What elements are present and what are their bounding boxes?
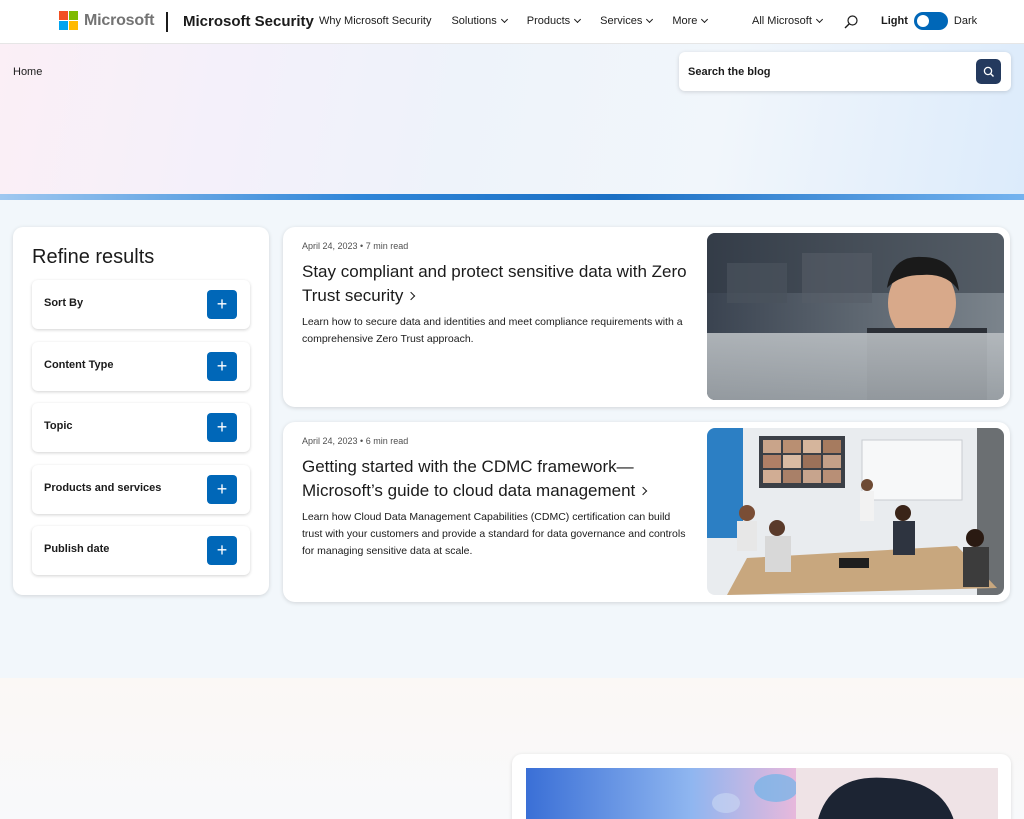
nav-divider (166, 12, 168, 32)
refine-results-panel: Refine results Sort By + Content Type + … (13, 227, 269, 595)
nav-why-microsoft-security[interactable]: Why Microsoft Security (319, 15, 431, 27)
microsoft-logo[interactable]: Microsoft (59, 11, 154, 30)
nav-link-label: Services (600, 15, 643, 27)
microsoft-logo-text: Microsoft (84, 11, 155, 29)
theme-dark-label: Dark (953, 15, 978, 27)
plus-icon[interactable]: + (207, 352, 237, 381)
nav-products[interactable]: Products (526, 15, 582, 27)
nav-solutions[interactable]: Solutions (451, 15, 508, 27)
nav-more[interactable]: More (672, 15, 709, 27)
article-title-text: Getting started with the CDMC framework—… (302, 457, 636, 500)
article-card[interactable]: April 24, 2023 • 7 min read Stay complia… (283, 227, 1010, 407)
plus-icon[interactable]: + (207, 290, 237, 319)
search-icon (983, 66, 994, 77)
article-title-text: Stay compliant and protect sensitive dat… (302, 262, 687, 305)
microsoft-logo-icon (59, 11, 78, 30)
nav-link-label: Products (526, 15, 571, 27)
featured-image (526, 768, 998, 819)
chevron-right-icon (639, 486, 648, 496)
plus-icon[interactable]: + (207, 536, 237, 565)
article-title[interactable]: Stay compliant and protect sensitive dat… (302, 260, 687, 308)
chevron-down-icon (815, 15, 823, 24)
article-meta: April 24, 2023 • 7 min read (302, 241, 409, 251)
plus-icon[interactable]: + (207, 413, 237, 442)
article-title[interactable]: Getting started with the CDMC framework—… (302, 455, 687, 503)
chevron-down-icon (701, 15, 709, 24)
article-description: Learn how to secure data and identities … (302, 316, 683, 345)
article-meta: April 24, 2023 • 6 min read (302, 436, 409, 446)
article-description: Learn how Cloud Data Management Capabili… (302, 511, 686, 557)
search-icon[interactable] (843, 14, 859, 30)
refine-title: Refine results (32, 246, 155, 268)
article-card[interactable]: April 24, 2023 • 6 min read Getting star… (283, 422, 1010, 602)
all-microsoft-label: All Microsoft (752, 15, 812, 27)
blog-search (679, 52, 1011, 91)
facet-content-type[interactable]: Content Type + (32, 342, 250, 391)
top-nav: Microsoft Microsoft Security Why Microso… (0, 0, 1024, 44)
plus-icon[interactable]: + (207, 475, 237, 504)
facet-products-and-services[interactable]: Products and services + (32, 465, 250, 514)
breadcrumb-home[interactable]: Home (13, 66, 42, 78)
facet-sort-by[interactable]: Sort By + (32, 280, 250, 329)
nav-link-label: Why Microsoft Security (319, 15, 432, 27)
chevron-down-icon (646, 15, 654, 24)
nav-links: Why Microsoft Security Solutions Product… (319, 15, 727, 27)
featured-photo (526, 768, 998, 819)
search-input[interactable] (688, 62, 968, 82)
chevron-down-icon (574, 15, 582, 24)
facet-label: Publish date (44, 543, 110, 555)
toggle-knob (916, 15, 929, 27)
theme-light-label: Light (881, 15, 908, 27)
chevron-down-icon (500, 15, 508, 24)
theme-switch: Light Dark (881, 12, 977, 30)
facet-publish-date[interactable]: Publish date + (32, 526, 250, 575)
facet-label: Content Type (44, 359, 114, 371)
article-photo-meeting-room (707, 428, 1004, 595)
facet-label: Sort By (44, 297, 84, 309)
article-photo-person-at-desk (707, 233, 1004, 400)
all-microsoft-menu[interactable]: All Microsoft (752, 15, 823, 27)
nav-link-label: More (672, 15, 698, 27)
facet-label: Products and services (44, 482, 162, 494)
nav-link-label: Solutions (451, 15, 497, 27)
chevron-right-icon (407, 291, 416, 301)
article-image[interactable] (707, 233, 1004, 400)
article-image[interactable] (707, 428, 1004, 595)
brand-link[interactable]: Microsoft Security (183, 13, 314, 30)
facet-topic[interactable]: Topic + (32, 403, 250, 452)
nav-services[interactable]: Services (600, 15, 654, 27)
featured-card[interactable] (512, 754, 1011, 819)
theme-toggle[interactable] (913, 12, 948, 30)
search-button[interactable] (976, 59, 1001, 84)
facet-label: Topic (44, 420, 73, 432)
